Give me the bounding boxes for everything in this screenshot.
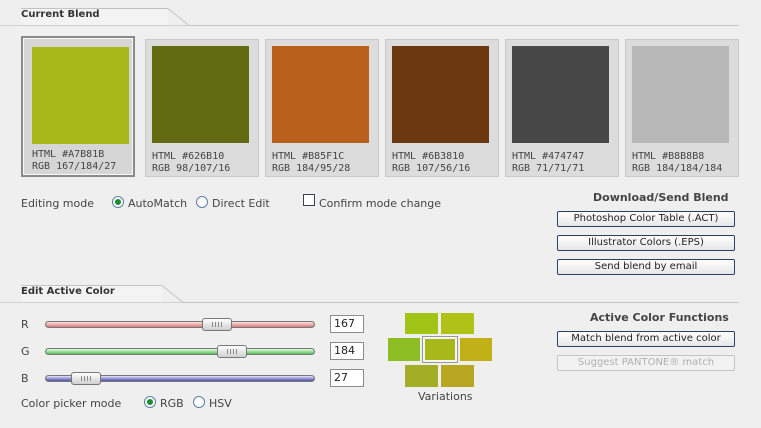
variation-bottom-left[interactable] bbox=[405, 365, 438, 387]
hsv-radio[interactable] bbox=[193, 396, 205, 408]
confirm-mode-label[interactable]: Confirm mode change bbox=[319, 197, 441, 210]
blue-slider-thumb[interactable] bbox=[71, 372, 101, 385]
swatch-rgb: RGB 98/107/16 bbox=[152, 163, 231, 174]
swatch-4[interactable]: HTML #6B3810 RGB 107/56/16 bbox=[385, 39, 499, 177]
swatch-color[interactable] bbox=[272, 46, 369, 143]
r-label: R bbox=[21, 318, 29, 331]
red-slider[interactable] bbox=[45, 318, 315, 331]
blue-slider[interactable] bbox=[45, 372, 315, 385]
swatch-color[interactable] bbox=[512, 46, 609, 143]
send-email-button[interactable]: Send blend by email bbox=[557, 259, 735, 275]
variation-mid-right[interactable] bbox=[460, 338, 492, 361]
red-value-input[interactable]: 167 bbox=[330, 315, 364, 333]
swatch-2[interactable]: HTML #626B10 RGB 98/107/16 bbox=[145, 39, 259, 177]
current-blend-tab-border bbox=[0, 8, 739, 26]
photoshop-act-button[interactable]: Photoshop Color Table (.ACT) bbox=[557, 211, 735, 227]
swatch-color[interactable] bbox=[392, 46, 489, 143]
picker-mode-label: Color picker mode bbox=[21, 397, 122, 410]
automatch-radio[interactable] bbox=[112, 196, 124, 208]
blue-value-input[interactable]: 27 bbox=[330, 369, 364, 387]
swatch-html: HTML #626B10 bbox=[152, 151, 225, 162]
variation-bottom-right[interactable] bbox=[441, 365, 474, 387]
green-slider-thumb[interactable] bbox=[217, 345, 247, 358]
red-slider-thumb[interactable] bbox=[202, 318, 232, 331]
direct-edit-radio[interactable] bbox=[196, 196, 208, 208]
automatch-label[interactable]: AutoMatch bbox=[128, 197, 187, 210]
swatch-html: HTML #474747 bbox=[512, 151, 585, 162]
swatch-1[interactable]: HTML #A7B81B RGB 167/184/27 bbox=[21, 36, 135, 177]
confirm-mode-checkbox[interactable] bbox=[303, 194, 315, 206]
swatch-3[interactable]: HTML #B85F1C RGB 184/95/28 bbox=[265, 39, 379, 177]
swatch-rgb: RGB 184/95/28 bbox=[272, 163, 351, 174]
swatch-html: HTML #B8B8B8 bbox=[632, 151, 705, 162]
variation-top-left[interactable] bbox=[405, 313, 438, 334]
variation-center[interactable] bbox=[422, 336, 458, 363]
swatch-rgb: RGB 167/184/27 bbox=[32, 161, 117, 172]
b-label: B bbox=[21, 372, 29, 385]
download-heading: Download/Send Blend bbox=[593, 191, 729, 204]
variation-top-right[interactable] bbox=[441, 313, 474, 334]
hsv-label[interactable]: HSV bbox=[209, 397, 232, 410]
edit-active-tab: Edit Active Color bbox=[0, 281, 740, 303]
swatch-html: HTML #A7B81B bbox=[32, 149, 105, 160]
edit-active-title: Edit Active Color bbox=[21, 286, 115, 297]
green-value-input[interactable]: 184 bbox=[330, 342, 364, 360]
editing-mode-label: Editing mode bbox=[21, 197, 95, 210]
swatch-rgb: RGB 71/71/71 bbox=[512, 163, 585, 174]
swatch-6[interactable]: HTML #B8B8B8 RGB 184/184/184 bbox=[625, 39, 739, 177]
swatch-color[interactable] bbox=[32, 47, 129, 144]
variations-label: Variations bbox=[418, 390, 473, 403]
current-blend-tab: Current Blend bbox=[0, 4, 740, 26]
suggest-pantone-button: Suggest PANTONE® match bbox=[557, 355, 735, 371]
illustrator-eps-button[interactable]: Illustrator Colors (.EPS) bbox=[557, 235, 735, 251]
swatch-5[interactable]: HTML #474747 RGB 71/71/71 bbox=[505, 39, 619, 177]
swatch-html: HTML #B85F1C bbox=[272, 151, 345, 162]
rgb-radio[interactable] bbox=[144, 396, 156, 408]
swatch-rgb: RGB 184/184/184 bbox=[632, 163, 723, 174]
direct-edit-label[interactable]: Direct Edit bbox=[212, 197, 270, 210]
swatch-html: HTML #6B3810 bbox=[392, 151, 465, 162]
green-slider[interactable] bbox=[45, 345, 315, 358]
variation-mid-left[interactable] bbox=[388, 338, 420, 361]
rgb-label[interactable]: RGB bbox=[160, 397, 184, 410]
g-label: G bbox=[21, 345, 30, 358]
swatch-rgb: RGB 107/56/16 bbox=[392, 163, 471, 174]
swatch-color[interactable] bbox=[632, 46, 729, 143]
current-blend-title: Current Blend bbox=[21, 9, 100, 20]
match-blend-button[interactable]: Match blend from active color bbox=[557, 331, 735, 347]
active-functions-heading: Active Color Functions bbox=[590, 311, 729, 324]
swatch-color[interactable] bbox=[152, 46, 249, 143]
